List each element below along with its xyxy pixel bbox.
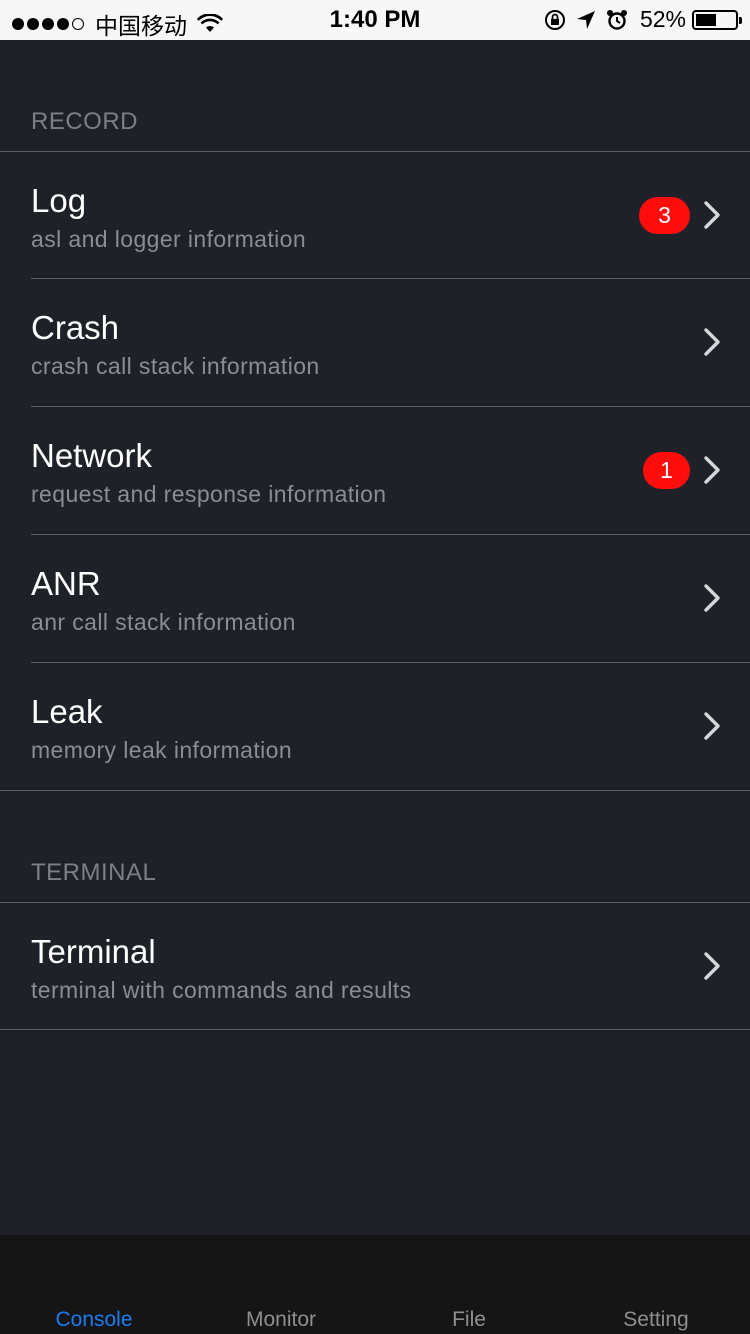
tab-monitor[interactable]: Monitor [187, 1308, 375, 1332]
tab-setting[interactable]: Setting [562, 1308, 750, 1332]
item-subtitle: crash call stack information [31, 353, 320, 379]
chevron-right-icon [704, 952, 720, 980]
unread-count-badge: 3 [639, 197, 690, 234]
chevron-right-icon [704, 456, 720, 484]
list-item-network[interactable]: Network request and response information… [0, 407, 750, 534]
item-subtitle: anr call stack information [31, 609, 296, 635]
item-title: Log [31, 182, 87, 219]
battery-icon [692, 9, 742, 30]
tab-console[interactable]: Console [0, 1308, 188, 1332]
item-subtitle: terminal with commands and results [31, 977, 412, 1003]
alarm-icon [606, 9, 627, 30]
item-subtitle: asl and logger information [31, 226, 307, 252]
item-title: ANR [31, 565, 101, 602]
section-header-record: RECORD [31, 108, 139, 135]
item-subtitle: memory leak information [31, 737, 293, 763]
tab-file[interactable]: File [375, 1308, 563, 1332]
item-title: Leak [31, 693, 103, 730]
list-item-terminal[interactable]: Terminal terminal with commands and resu… [0, 903, 750, 1030]
location-arrow-icon [576, 10, 595, 29]
list-item-log[interactable]: Log asl and logger information 3 [0, 152, 750, 279]
list-item-anr[interactable]: ANR anr call stack information [0, 535, 750, 662]
item-title: Terminal [31, 933, 156, 970]
chevron-right-icon [704, 328, 720, 356]
chevron-right-icon [704, 712, 720, 740]
divider [0, 1029, 750, 1030]
item-title: Network [31, 437, 153, 474]
item-title: Crash [31, 309, 120, 346]
list-item-leak[interactable]: Leak memory leak information [0, 663, 750, 790]
battery-percentage: 52% [639, 6, 686, 32]
tab-bar: Console Monitor File Setting [0, 1235, 750, 1334]
unread-count-badge: 1 [643, 452, 690, 489]
divider [0, 790, 750, 791]
item-subtitle: request and response information [31, 481, 387, 507]
list-item-crash[interactable]: Crash crash call stack information [0, 279, 750, 406]
section-header-terminal: TERMINAL [31, 859, 157, 886]
rotation-lock-icon [544, 9, 565, 30]
chevron-right-icon [704, 584, 720, 612]
chevron-right-icon [704, 201, 720, 229]
battery-level [696, 13, 716, 26]
status-bar: 中国移动 1:40 PM 52% [0, 0, 750, 40]
